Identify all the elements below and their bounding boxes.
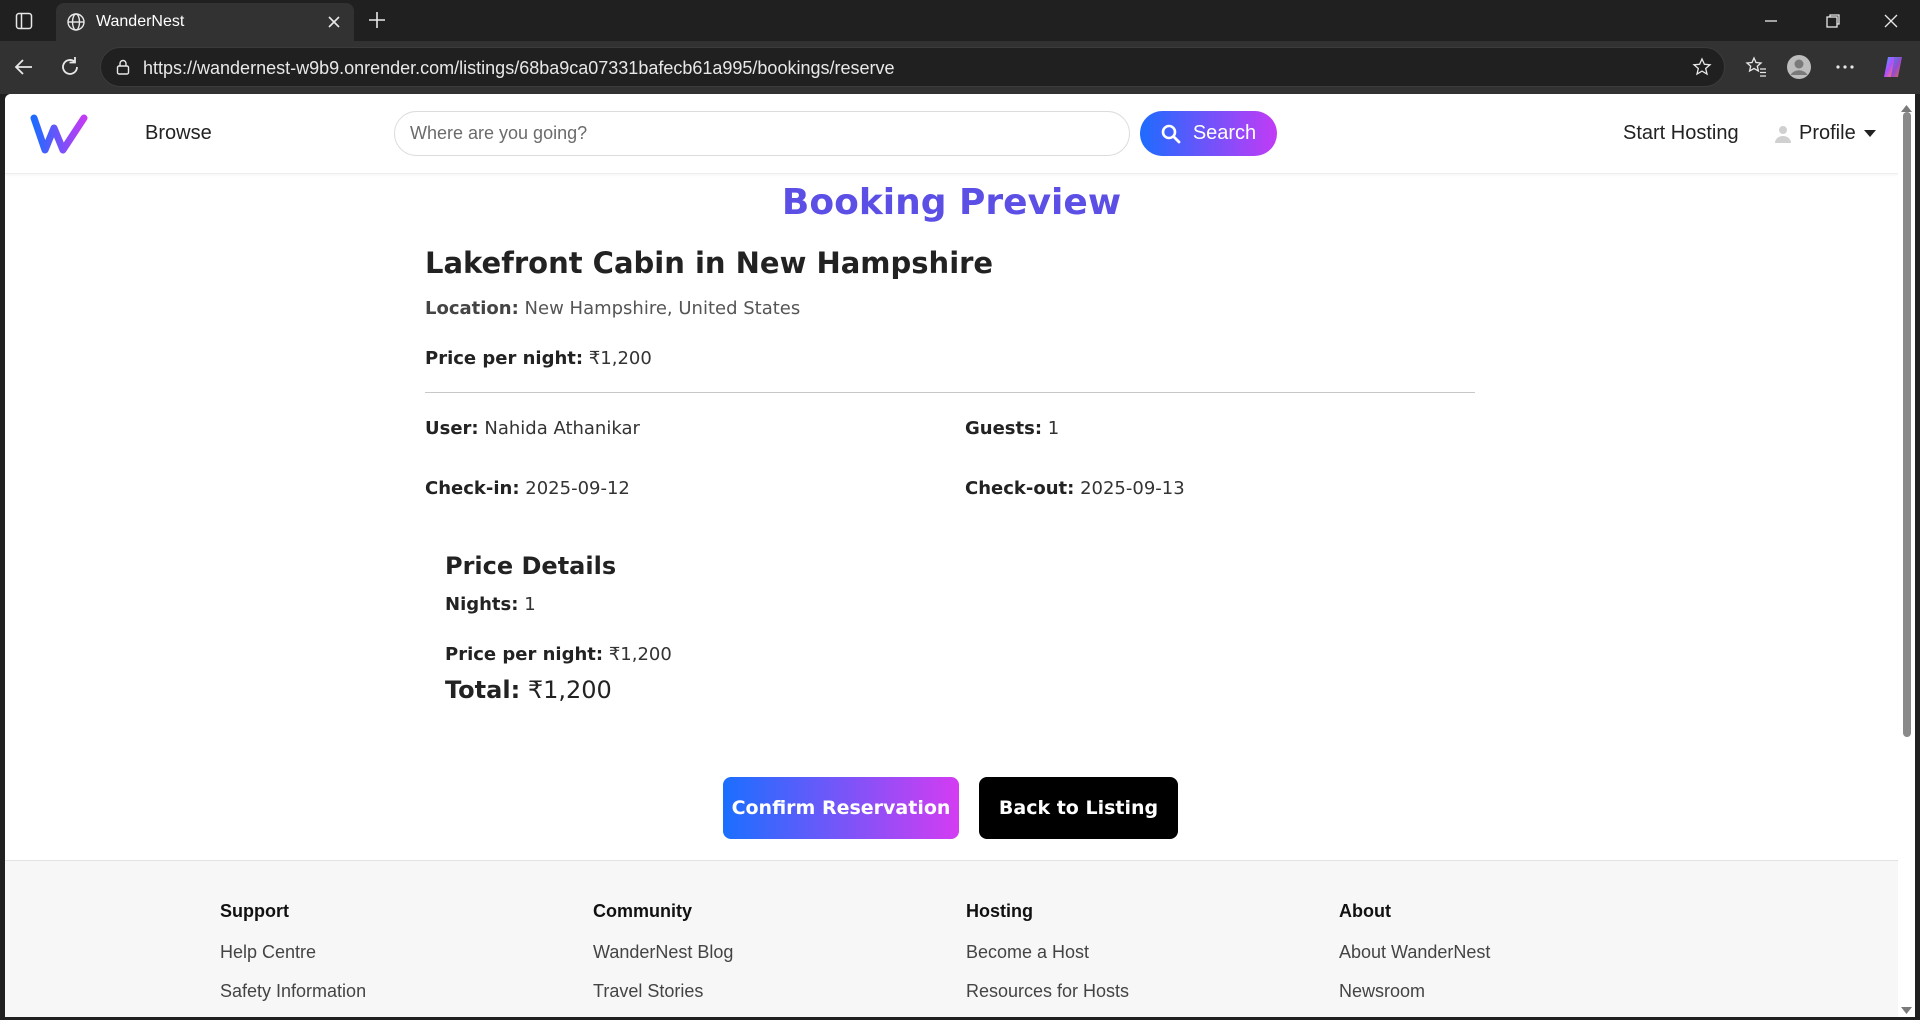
total-value: ₹1,200 <box>527 676 612 704</box>
checkout-value: 2025-09-13 <box>1080 478 1185 499</box>
detail-price-value: ₹1,200 <box>608 644 672 665</box>
destination-search-input[interactable] <box>394 111 1130 156</box>
page-viewport: Browse Search Start Hosting Profile Book… <box>5 94 1898 1017</box>
site-footer: Support Help Centre Safety Information C… <box>5 860 1898 1017</box>
footer-link-help-centre[interactable]: Help Centre <box>220 942 366 963</box>
url-text: https://wandernest-w9b9.onrender.com/lis… <box>143 58 895 78</box>
caret-down-icon <box>1863 129 1876 137</box>
footer-column-support: Support Help Centre Safety Information <box>220 901 366 1017</box>
footer-link-travel-stories[interactable]: Travel Stories <box>593 981 733 1002</box>
listing-title: Lakefront Cabin in New Hampshire <box>425 246 994 280</box>
price-label: Price per night: <box>425 348 584 369</box>
profile-label: Profile <box>1799 122 1856 144</box>
tab-actions-icon[interactable] <box>12 9 36 33</box>
guests-row: Guests: 1 <box>965 418 1059 439</box>
nights-label: Nights: <box>445 594 519 615</box>
minimize-icon[interactable] <box>1760 10 1782 32</box>
divider <box>425 392 1475 393</box>
account-avatar-icon[interactable] <box>1786 54 1812 80</box>
restore-icon[interactable] <box>1822 10 1844 32</box>
checkout-label: Check-out: <box>965 478 1075 499</box>
tab-title: WanderNest <box>96 13 185 30</box>
footer-column-hosting: Hosting Become a Host Resources for Host… <box>966 901 1129 1017</box>
new-tab-icon[interactable] <box>365 8 389 32</box>
window-close-icon[interactable] <box>1880 10 1902 32</box>
scroll-down-arrow-icon[interactable] <box>1901 1002 1912 1014</box>
favorite-star-icon[interactable] <box>1692 57 1712 77</box>
price-details-title: Price Details <box>445 552 617 580</box>
price-row: Price per night: ₹1,200 <box>425 348 652 369</box>
footer-heading: Hosting <box>966 901 1033 921</box>
footer-link-safety[interactable]: Safety Information <box>220 981 366 1002</box>
nights-row: Nights: 1 <box>445 594 536 615</box>
browser-tab-bar: WanderNest <box>0 0 1920 41</box>
footer-link-become-host[interactable]: Become a Host <box>966 942 1129 963</box>
page-scrollbar[interactable] <box>1898 94 1915 1017</box>
checkout-row: Check-out: 2025-09-13 <box>965 478 1185 499</box>
url-field[interactable]: https://wandernest-w9b9.onrender.com/lis… <box>100 47 1725 87</box>
footer-link-host-resources[interactable]: Resources for Hosts <box>966 981 1129 1002</box>
copilot-icon[interactable] <box>1880 54 1906 80</box>
user-label: User: <box>425 418 479 439</box>
location-value: New Hampshire, United States <box>524 298 801 319</box>
footer-link-newsroom[interactable]: Newsroom <box>1339 981 1490 1002</box>
site-navbar: Browse Search Start Hosting Profile <box>5 94 1898 174</box>
profile-dropdown[interactable]: Profile <box>1775 122 1876 145</box>
nights-value: 1 <box>524 594 536 615</box>
confirm-reservation-button[interactable]: Confirm Reservation <box>723 777 959 839</box>
user-icon <box>1775 125 1791 143</box>
search-button-label: Search <box>1192 122 1257 144</box>
favorites-icon[interactable] <box>1743 54 1769 80</box>
user-value: Nahida Athanikar <box>484 418 640 439</box>
back-to-listing-button[interactable]: Back to Listing <box>979 777 1178 839</box>
footer-link-blog[interactable]: WanderNest Blog <box>593 942 733 963</box>
total-row: Total: ₹1,200 <box>445 676 612 704</box>
browser-tab[interactable]: WanderNest <box>56 3 354 41</box>
footer-column-community: Community WanderNest Blog Travel Stories <box>593 901 733 1017</box>
guests-value: 1 <box>1047 418 1060 439</box>
detail-price-label: Price per night: <box>445 644 604 665</box>
checkin-row: Check-in: 2025-09-12 <box>425 478 630 499</box>
back-arrow-icon[interactable] <box>10 53 38 81</box>
start-hosting-link[interactable]: Start Hosting <box>1623 122 1739 145</box>
wandernest-logo-icon[interactable] <box>30 114 88 154</box>
scroll-thumb[interactable] <box>1903 112 1911 737</box>
total-label: Total: <box>445 676 521 704</box>
more-options-icon[interactable] <box>1832 54 1858 80</box>
footer-heading: Support <box>220 901 289 921</box>
search-icon <box>1161 124 1181 143</box>
footer-heading: About <box>1339 901 1391 921</box>
search-button[interactable]: Search <box>1140 111 1277 156</box>
checkin-value: 2025-09-12 <box>525 478 630 499</box>
price-value: ₹1,200 <box>588 348 652 369</box>
footer-link-about[interactable]: About WanderNest <box>1339 942 1490 963</box>
footer-heading: Community <box>593 901 692 921</box>
close-icon[interactable] <box>324 12 344 32</box>
scroll-up-arrow-icon[interactable] <box>1901 100 1912 112</box>
guests-label: Guests: <box>965 418 1043 439</box>
page-title: Booking Preview <box>781 182 1122 223</box>
browser-address-bar: https://wandernest-w9b9.onrender.com/lis… <box>0 41 1920 94</box>
location-label: Location: <box>425 298 519 319</box>
checkin-label: Check-in: <box>425 478 520 499</box>
location-row: Location: New Hampshire, United States <box>425 298 800 319</box>
globe-icon <box>66 12 86 32</box>
detail-price-row: Price per night: ₹1,200 <box>445 644 672 665</box>
footer-column-about: About About WanderNest Newsroom <box>1339 901 1490 1017</box>
reload-icon[interactable] <box>56 53 84 81</box>
browse-link[interactable]: Browse <box>145 122 212 145</box>
user-row: User: Nahida Athanikar <box>425 418 640 439</box>
lock-icon[interactable] <box>114 58 132 76</box>
